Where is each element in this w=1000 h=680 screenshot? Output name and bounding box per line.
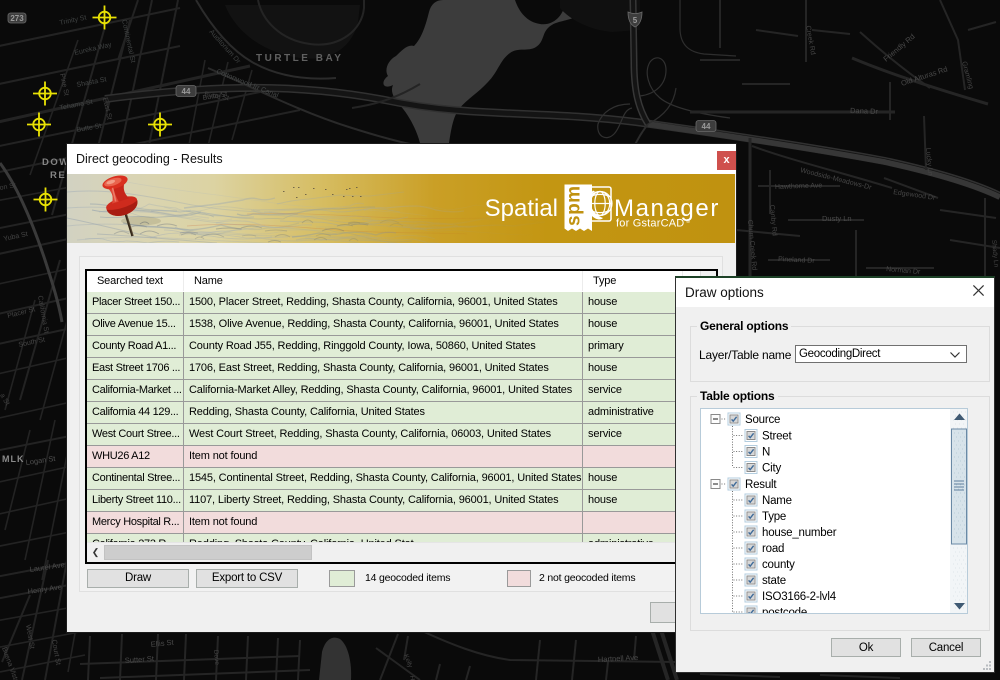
svg-text:Street: Street [762,431,792,443]
svg-text:TURTLE BAY: TURTLE BAY [256,53,343,64]
svg-text:spm: spm [564,185,585,226]
svg-text:postcode: postcode [762,607,807,614]
svg-text:City: City [762,463,781,475]
svg-text:Dove: Dove [212,650,220,666]
svg-text:273: 273 [10,14,24,23]
svg-text:Result: Result [745,479,777,491]
svg-text:Horn: Horn [408,675,417,680]
svg-text:Dusty Ln: Dusty Ln [822,214,852,223]
svg-text:Dana Dr: Dana Dr [850,106,879,116]
svg-text:44: 44 [702,122,711,131]
svg-text:®: ® [686,218,690,225]
svg-text:house_number: house_number [762,527,837,539]
svg-text:5: 5 [633,16,638,25]
svg-text:road: road [762,543,784,555]
svg-text:Source: Source [745,414,780,426]
svg-text:Type: Type [762,511,786,523]
svg-text:ISO3166-2-lvl4: ISO3166-2-lvl4 [762,591,837,603]
svg-text:for GstarCAD: for GstarCAD [616,218,684,230]
svg-text:N: N [762,447,770,459]
svg-text:Spatial: Spatial [485,195,558,222]
svg-text:MLK: MLK [2,454,25,464]
svg-text:state: state [762,575,786,587]
svg-text:county: county [762,559,795,571]
svg-text:Name: Name [762,495,792,507]
svg-text:44: 44 [182,87,191,96]
